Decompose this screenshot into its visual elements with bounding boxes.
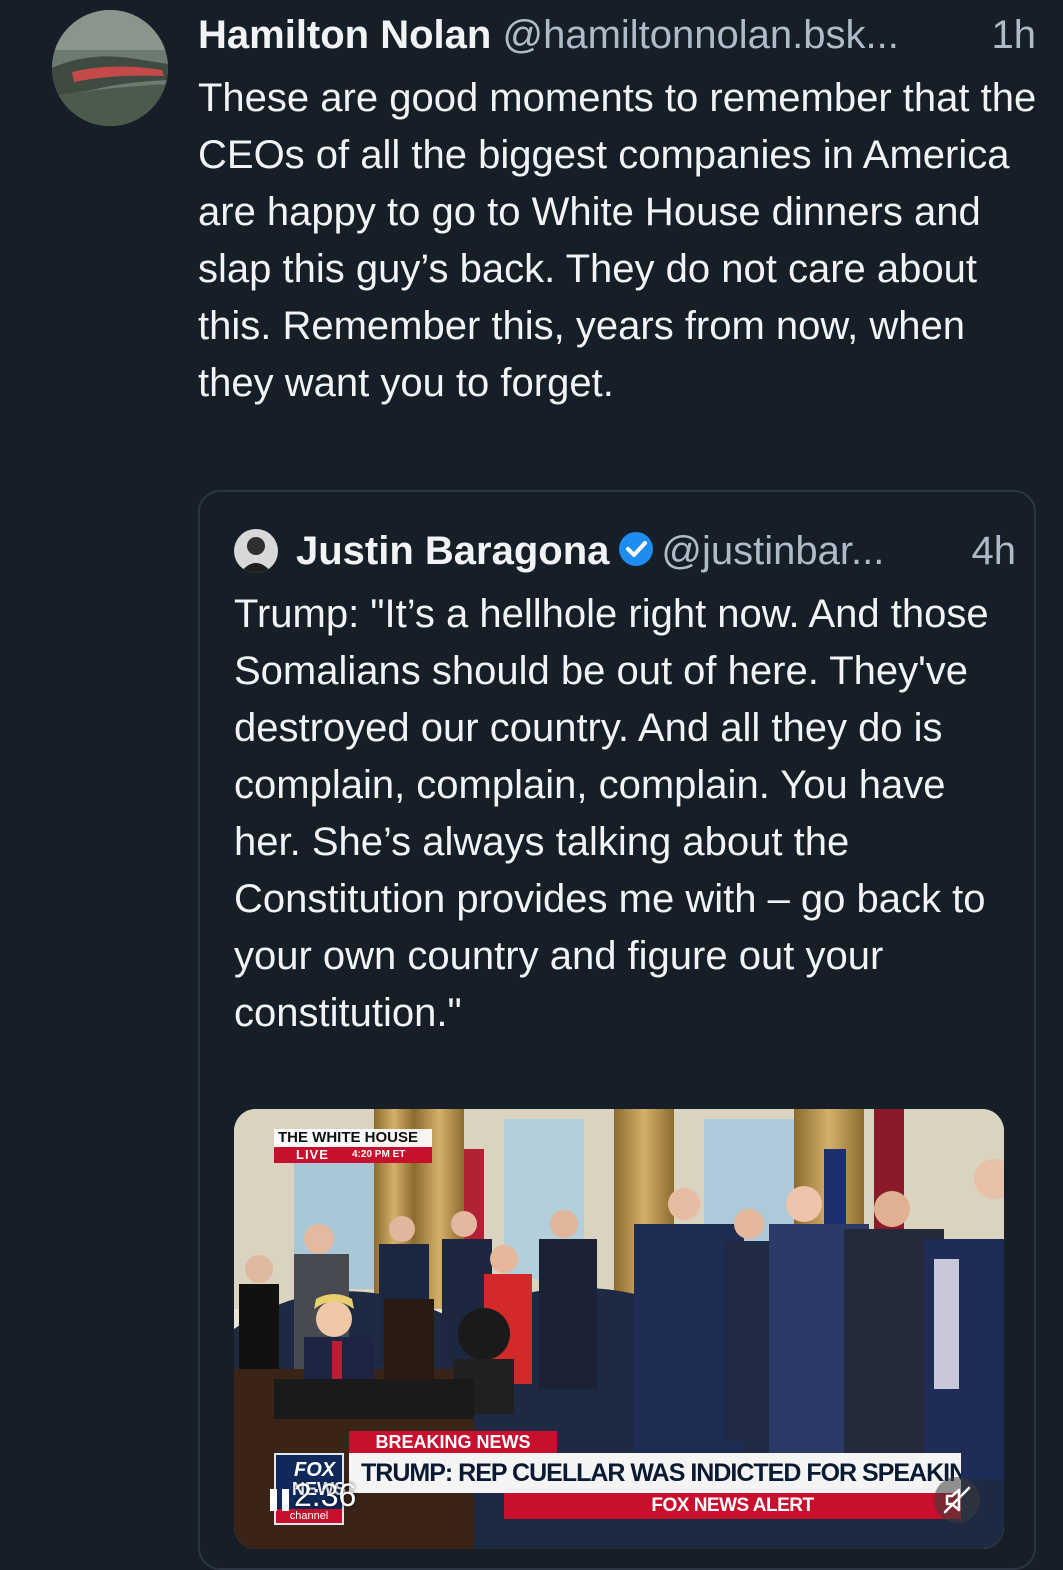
pause-icon[interactable] — [268, 1487, 292, 1513]
video-player[interactable]: THE WHITE HOUSE LIVE 4:20 PM ET BREAKING… — [234, 1109, 1004, 1549]
post-timestamp[interactable]: 1h — [992, 10, 1037, 60]
post-text: These are good moments to remember that … — [198, 76, 1037, 405]
live-label: LIVE — [296, 1147, 329, 1162]
author-handle[interactable]: @hamiltonnolan.bsk... — [502, 13, 898, 57]
white-house-label: THE WHITE HOUSE — [278, 1129, 419, 1146]
headline-bar: TRUMP: REP CUELLAR WAS INDICTED FOR SPEA… — [349, 1453, 961, 1493]
author-name[interactable]: Hamilton Nolan — [198, 13, 491, 57]
muted-speaker-icon — [943, 1486, 971, 1514]
quoted-post-header: Justin Baragona @justinbar... 4h — [296, 526, 1016, 576]
quoted-author-name[interactable]: Justin Baragona — [296, 529, 609, 573]
author-avatar[interactable] — [52, 10, 168, 126]
video-duration: 2:36 — [294, 1477, 357, 1513]
quoted-post-text: Trump: "It’s a hellhole right now. And t… — [234, 592, 989, 1035]
mute-button[interactable] — [934, 1477, 980, 1523]
quoted-post[interactable]: Justin Baragona @justinbar... 4h Trump: "… — [198, 490, 1036, 1570]
quoted-post-timestamp[interactable]: 4h — [972, 526, 1017, 576]
post: Hamilton Nolan @hamiltonnolan.bsk... 1h … — [0, 0, 1063, 1570]
fox-news-alert-label: FOX NEWS ALERT — [504, 1493, 961, 1519]
live-time: 4:20 PM ET — [352, 1149, 406, 1160]
verified-badge-icon — [619, 532, 654, 566]
quoted-author-avatar[interactable] — [234, 529, 278, 573]
quoted-author-handle[interactable]: @justinbar... — [661, 529, 884, 573]
white-house-chyron: THE WHITE HOUSE LIVE 4:20 PM ET — [274, 1129, 432, 1163]
live-bar: LIVE 4:20 PM ET — [274, 1147, 432, 1163]
post-header: Hamilton Nolan @hamiltonnolan.bsk... 1h — [198, 10, 1048, 60]
breaking-news-label: BREAKING NEWS — [349, 1431, 557, 1453]
